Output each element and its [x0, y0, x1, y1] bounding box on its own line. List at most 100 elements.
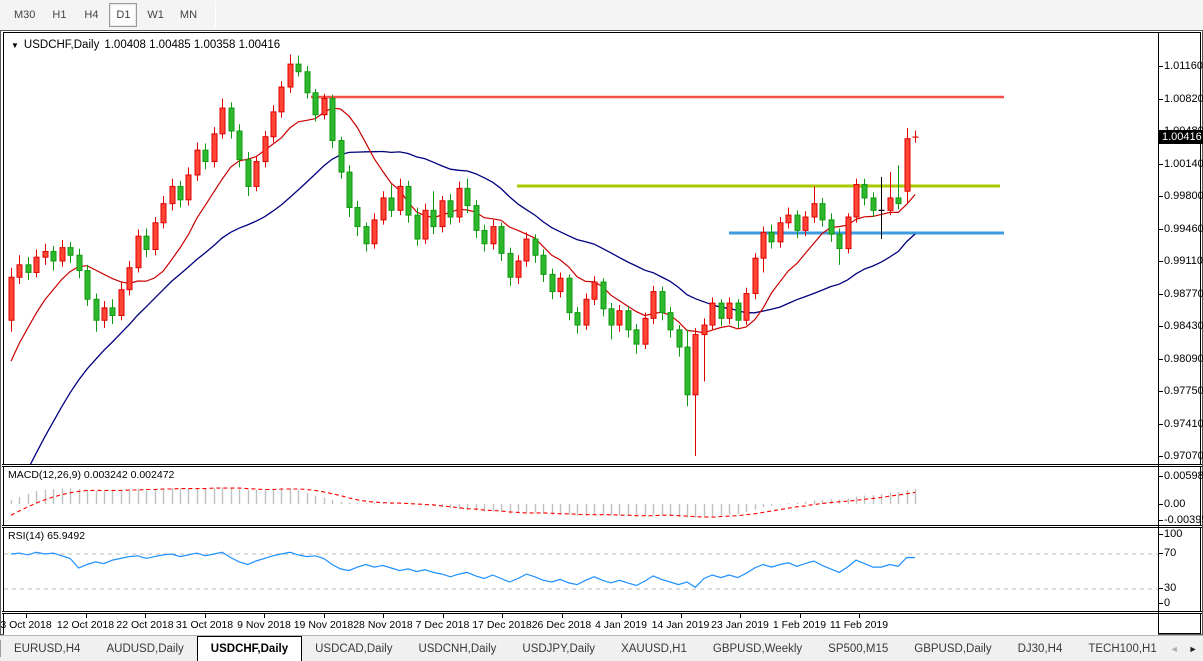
- symbol-tab-gbpusd-weekly[interactable]: GBPUSD,Weekly: [700, 636, 815, 661]
- bull-candle: [170, 186, 175, 203]
- bull-candle: [592, 282, 597, 299]
- price-axis-border: [1158, 32, 1159, 634]
- bull-candle: [34, 257, 39, 272]
- timeframe-button-h1[interactable]: H1: [45, 3, 73, 27]
- bull-candle: [617, 311, 622, 325]
- date-tick: [740, 614, 741, 618]
- symbol-tab-usdcnh-daily[interactable]: USDCNH,Daily: [405, 636, 509, 661]
- timeframe-button-mn[interactable]: MN: [174, 3, 203, 27]
- bear-candle: [668, 313, 673, 330]
- macd-canvas[interactable]: [4, 467, 1158, 525]
- main-chart-canvas[interactable]: [4, 34, 1158, 464]
- symbol-tab-sp500-m15[interactable]: SP500,M15: [815, 636, 901, 661]
- price-axis-label: 0.98090: [1164, 353, 1203, 365]
- bear-candle: [736, 303, 741, 320]
- bull-candle: [212, 134, 217, 162]
- bull-candle: [102, 308, 107, 320]
- bear-candle: [144, 236, 149, 249]
- symbol-tab-usdcad-daily[interactable]: USDCAD,Daily: [302, 636, 405, 661]
- bear-candle: [364, 227, 369, 244]
- bear-candle: [677, 330, 682, 347]
- axis-tick: [1158, 391, 1163, 392]
- rsi-pane[interactable]: [4, 528, 1158, 611]
- price-axis-label: 1.00820: [1164, 93, 1203, 105]
- date-tick: [383, 614, 384, 618]
- bull-candle: [398, 186, 403, 210]
- bull-candle: [372, 220, 377, 244]
- axis-tick: [1158, 603, 1163, 604]
- bull-candle: [322, 99, 327, 115]
- timeframe-button-d1[interactable]: D1: [109, 3, 137, 27]
- main-chart-pane[interactable]: [4, 34, 1158, 464]
- symbol-tab-audusd-daily[interactable]: AUDUSD,Daily: [93, 636, 196, 661]
- symbol-tab-usdchf-daily[interactable]: USDCHF,Daily: [197, 636, 302, 661]
- rsi-axis-label: 70: [1164, 547, 1176, 559]
- current-price-marker: 1.00416: [1159, 130, 1203, 144]
- tab-scroll-left-icon[interactable]: ◄: [1170, 644, 1179, 654]
- price-axis-label: 1.00140: [1164, 158, 1203, 170]
- toolbar-separator: [215, 2, 216, 28]
- axis-tick: [1158, 261, 1163, 262]
- axis-tick: [1158, 164, 1163, 165]
- bear-candle: [355, 207, 360, 226]
- chart-ohlc-values: 1.00408 1.00485 1.00358 1.00416: [104, 39, 280, 51]
- price-axis-label: 0.97070: [1164, 450, 1203, 462]
- timeframe-button-h4[interactable]: H4: [77, 3, 105, 27]
- bull-candle: [584, 299, 589, 325]
- bull-candle: [9, 277, 14, 320]
- bear-candle: [601, 282, 606, 309]
- price-axis-label: 0.98770: [1164, 288, 1203, 300]
- bear-candle: [389, 198, 394, 210]
- symbol-tab-bar: EURUSD,H4AUDUSD,DailyUSDCHF,DailyUSDCAD,…: [0, 635, 1203, 661]
- bull-candle: [710, 303, 715, 325]
- timeframe-button-m30[interactable]: M30: [8, 3, 41, 27]
- tab-scroll-arrows: ◄►: [1170, 636, 1203, 661]
- bull-candle: [161, 204, 166, 223]
- bear-candle: [51, 251, 56, 261]
- bull-candle: [558, 278, 563, 291]
- bear-candle: [609, 309, 614, 325]
- symbol-tab-eurusd-h4[interactable]: EURUSD,H4: [1, 636, 93, 661]
- price-axis-label: 0.99110: [1164, 255, 1203, 267]
- bear-candle: [575, 313, 580, 325]
- macd-pane[interactable]: [4, 467, 1158, 525]
- axis-tick: [1158, 359, 1163, 360]
- tab-scroll-right-icon[interactable]: ►: [1189, 644, 1198, 654]
- bear-candle: [829, 220, 834, 234]
- bear-candle: [541, 255, 546, 274]
- bull-candle: [60, 248, 65, 261]
- bear-candle: [77, 255, 82, 270]
- axis-tick: [1158, 476, 1163, 477]
- date-tick: [264, 614, 265, 618]
- timeframe-button-w1[interactable]: W1: [141, 3, 170, 27]
- bear-candle: [415, 215, 420, 239]
- price-axis-label: 0.97750: [1164, 385, 1203, 397]
- bull-candle: [288, 64, 293, 87]
- bear-candle: [68, 248, 73, 256]
- bear-candle: [237, 131, 242, 160]
- symbol-tab-usdjpy-daily[interactable]: USDJPY,Daily: [509, 636, 608, 661]
- axis-tick: [1158, 520, 1163, 521]
- date-axis[interactable]: 3 Oct 201812 Oct 201822 Oct 201831 Oct 2…: [4, 614, 1158, 635]
- bull-candle: [279, 87, 284, 112]
- bear-candle: [508, 253, 513, 277]
- symbol-tab-dj30-h4[interactable]: DJ30,H4: [1005, 636, 1076, 661]
- macd-axis-label: 0.00: [1164, 498, 1185, 510]
- bull-candle: [854, 185, 859, 218]
- axis-tick: [1158, 456, 1163, 457]
- chart-dropdown-icon[interactable]: ▼: [11, 41, 19, 50]
- rsi-canvas[interactable]: [4, 528, 1158, 611]
- bull-candle: [457, 188, 462, 217]
- bull-candle: [643, 318, 648, 344]
- axis-tick: [1158, 196, 1163, 197]
- symbol-tab-xauusd-h1[interactable]: XAUUSD,H1: [608, 636, 700, 661]
- bear-candle: [769, 232, 774, 242]
- symbol-tab-gbpusd-daily[interactable]: GBPUSD,Daily: [901, 636, 1004, 661]
- price-axis-label: 0.97410: [1164, 418, 1203, 430]
- symbol-tab-tech100-h1[interactable]: TECH100,H1: [1075, 636, 1169, 661]
- bear-candle: [246, 160, 251, 187]
- bear-candle: [26, 265, 31, 273]
- bull-candle: [153, 223, 158, 250]
- bull-candle: [440, 201, 445, 227]
- timeframe-toolbar: M30H1H4D1W1MN: [0, 0, 1203, 30]
